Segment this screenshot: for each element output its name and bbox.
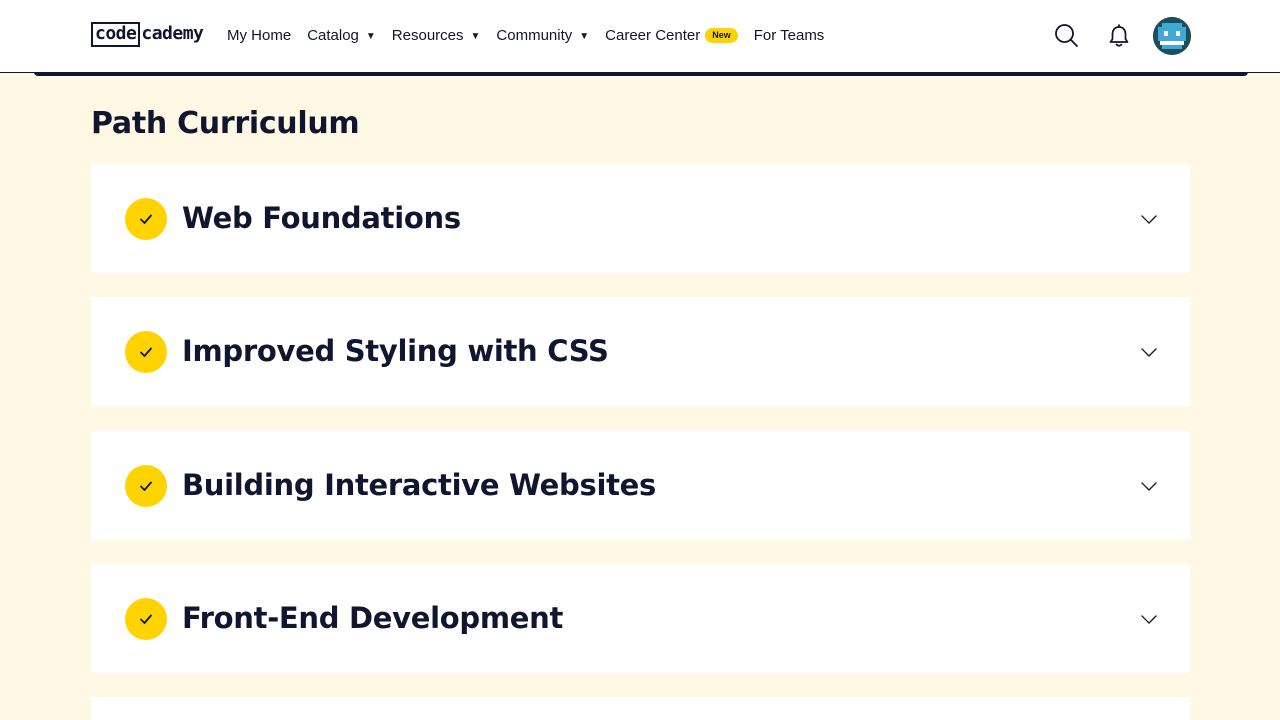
nav-catalog-label: Catalog [307,26,359,44]
module-card-improved-styling-with-css[interactable]: Improved Styling with CSS [91,297,1190,406]
chevron-down-icon[interactable] [1140,210,1158,228]
header-shadow [34,72,1248,76]
nav-for-teams-label: For Teams [753,26,825,44]
avatar[interactable] [1153,17,1191,55]
nav-catalog[interactable]: Catalog ▼ [307,27,376,44]
nav-community[interactable]: Community ▼ [496,27,589,44]
nav-resources[interactable]: Resources ▼ [392,27,481,44]
logo-rest-text: cademy [141,23,204,44]
caret-down-icon: ▼ [365,30,376,42]
nav-my-home-label: My Home [227,26,292,44]
check-icon [125,598,167,640]
codecademy-logo[interactable]: code cademy [91,21,204,47]
nav-for-teams[interactable]: For Teams [754,27,825,44]
module-title: Building Interactive Websites [182,468,657,502]
nav-my-home[interactable]: My Home [227,27,291,44]
caret-down-icon: ▼ [470,30,481,42]
nav-resources-label: Resources [391,26,464,44]
bell-icon[interactable] [1104,21,1134,51]
logo-boxed-text: code [91,21,141,47]
caret-down-icon: ▼ [579,30,590,42]
module-card-front-end-development[interactable]: Front-End Development [91,564,1190,673]
module-title: Improved Styling with CSS [182,334,609,368]
check-icon [125,198,167,240]
check-icon [125,465,167,507]
page-title: Path Curriculum [91,106,360,141]
nav-career-center-label: Career Center [605,26,701,44]
new-badge: New [705,27,738,43]
module-card-web-foundations[interactable]: Web Foundations [91,164,1190,273]
chevron-down-icon[interactable] [1140,477,1158,495]
check-icon [125,331,167,373]
module-title: Web Foundations [182,201,461,235]
chevron-down-icon[interactable] [1140,610,1158,628]
module-card-building-interactive-websites[interactable]: Building Interactive Websites [91,431,1190,540]
module-title: Front-End Development [182,601,564,635]
nav-community-label: Community [496,26,573,44]
nav-career-center[interactable]: Career Center New [605,27,738,44]
chevron-down-icon[interactable] [1140,343,1158,361]
module-card-partial[interactable] [91,697,1190,720]
search-icon[interactable] [1052,21,1082,51]
main-nav: My Home Catalog ▼ Resources ▼ Community … [227,24,840,46]
top-navigation-bar: code cademy My Home Catalog ▼ Resources … [0,0,1280,73]
